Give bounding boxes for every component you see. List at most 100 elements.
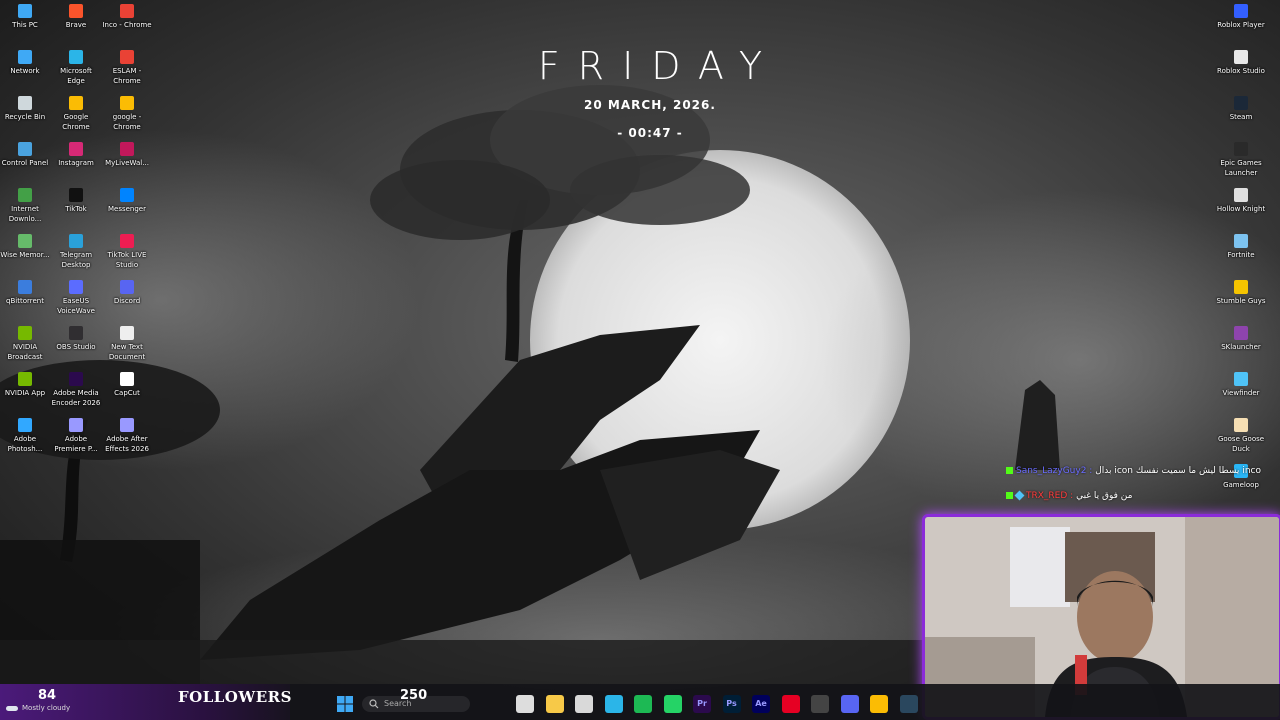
fortnite-icon bbox=[1234, 234, 1248, 248]
desktop-icon-wise-memor[interactable]: Wise Memor... bbox=[0, 234, 50, 260]
desktop-icon-epic-games-launcher[interactable]: Epic Games Launcher bbox=[1216, 142, 1266, 178]
adobe-media-encoder-2026-icon bbox=[69, 372, 83, 386]
desktop-icon-label: Stumble Guys bbox=[1216, 297, 1266, 305]
desktop-icon-label: This PC bbox=[12, 21, 38, 29]
desktop-icon-label: OBS Studio bbox=[56, 343, 96, 351]
taskbar-chrome-icon[interactable] bbox=[870, 695, 888, 713]
desktop-icon-hollow-knight[interactable]: Hollow Knight bbox=[1216, 188, 1266, 214]
taskbar-spotify-icon[interactable] bbox=[634, 695, 652, 713]
adobe-premiere-p-icon bbox=[69, 418, 83, 432]
windows-logo-icon bbox=[337, 696, 353, 712]
cloud-icon bbox=[6, 705, 18, 711]
taskbar-file-explorer-icon[interactable] bbox=[545, 695, 564, 713]
search-icon bbox=[369, 699, 379, 709]
desktop-icon-label: Adobe After Effects 2026 bbox=[105, 435, 149, 453]
taskbar-after-effects-icon[interactable]: Ae bbox=[752, 695, 770, 713]
desktop-icon-discord[interactable]: Discord bbox=[102, 280, 152, 306]
desktop-icon-google-chrome[interactable]: Google Chrome bbox=[51, 96, 101, 132]
easeus-voicewave-icon bbox=[69, 280, 83, 294]
desktop-icon-roblox-studio[interactable]: Roblox Studio bbox=[1216, 50, 1266, 76]
desktop-icon-label: Network bbox=[10, 67, 40, 75]
kick-badge-icon bbox=[1006, 492, 1013, 499]
network-icon bbox=[18, 50, 32, 64]
desktop-icon-internet-downlo[interactable]: Internet Downlo... bbox=[0, 188, 50, 224]
desktop-icon-sklauncher[interactable]: SKlauncher bbox=[1216, 326, 1266, 352]
desktop-icon-instagram[interactable]: Instagram bbox=[51, 142, 101, 168]
desktop-icon-goose-goose-duck[interactable]: Goose Goose Duck bbox=[1216, 418, 1266, 454]
desktop-icon-label: Wise Memor... bbox=[0, 251, 50, 259]
desktop-icon-label: TikTok bbox=[65, 205, 87, 213]
chat-username: Sans_LazyGuy2 : bbox=[1016, 466, 1093, 476]
desktop-icon-network[interactable]: Network bbox=[0, 50, 50, 76]
desktop-icon-nvidia-broadcast[interactable]: NVIDIA Broadcast bbox=[0, 326, 50, 362]
desktop-icon-label: Adobe Photosh... bbox=[7, 435, 43, 453]
desktop-icon-roblox-player[interactable]: Roblox Player bbox=[1216, 4, 1266, 30]
control-panel-icon bbox=[18, 142, 32, 156]
desktop-icon-label: Hollow Knight bbox=[1216, 205, 1266, 213]
desktop-icon-steam[interactable]: Steam bbox=[1216, 96, 1266, 122]
desktop-icon-messenger[interactable]: Messenger bbox=[102, 188, 152, 214]
desktop-icon-recycle-bin[interactable]: Recycle Bin bbox=[0, 96, 50, 122]
taskbar-whatsapp-icon[interactable] bbox=[663, 695, 682, 713]
desktop-icon-fortnite[interactable]: Fortnite bbox=[1216, 234, 1266, 260]
desktop-icon-adobe-media-encoder-2026[interactable]: Adobe Media Encoder 2026 bbox=[51, 372, 101, 408]
adobe-photosh-icon bbox=[18, 418, 32, 432]
desktop-icon-tiktok[interactable]: TikTok bbox=[51, 188, 101, 214]
taskbar-search[interactable]: Search bbox=[362, 696, 470, 712]
desktop-icon-obs-studio[interactable]: OBS Studio bbox=[51, 326, 101, 352]
desktop-icon-label: Viewfinder bbox=[1222, 389, 1260, 397]
desktop-icon-microsoft-edge[interactable]: Microsoft Edge bbox=[51, 50, 101, 86]
chat-message: TRX_RED : من فوق يا غبي bbox=[1006, 490, 1256, 503]
stumble-guys-icon bbox=[1234, 280, 1248, 294]
taskbar-discord-icon[interactable] bbox=[840, 695, 859, 713]
adobe-after-effects-2026-icon bbox=[120, 418, 134, 432]
desktop-icon-label: Brave bbox=[65, 21, 87, 29]
desktop-icon-new-text-document[interactable]: New Text Document bbox=[102, 326, 152, 362]
taskbar-steam-icon[interactable] bbox=[899, 695, 918, 713]
desktop-icon-telegram-desktop[interactable]: Telegram Desktop bbox=[51, 234, 101, 270]
clock-widget: FRIDAY 20 MARCH, 2026. - 00:47 - bbox=[480, 44, 820, 140]
taskbar-obs-icon[interactable] bbox=[811, 695, 829, 713]
chat-username: TRX_RED : bbox=[1026, 491, 1074, 501]
desktop-icon-eslam-chrome[interactable]: ESLAM - Chrome bbox=[102, 50, 152, 86]
taskbar-pinterest-icon[interactable] bbox=[781, 695, 800, 713]
desktop-icon-adobe-photosh[interactable]: Adobe Photosh... bbox=[0, 418, 50, 454]
desktop-icon-capcut[interactable]: CapCut bbox=[102, 372, 152, 398]
eslam-chrome-icon bbox=[120, 50, 134, 64]
desktop-icon-adobe-after-effects-2026[interactable]: Adobe After Effects 2026 bbox=[102, 418, 152, 454]
desktop-icon-label: Adobe Media Encoder 2026 bbox=[51, 389, 101, 407]
desktop-icon-nvidia-app[interactable]: NVIDIA App bbox=[0, 372, 50, 398]
internet-downlo-icon bbox=[18, 188, 32, 202]
desktop-icon-viewfinder[interactable]: Viewfinder bbox=[1216, 372, 1266, 398]
start-button[interactable] bbox=[337, 696, 353, 712]
weather-widget[interactable]: Mostly cloudy bbox=[6, 704, 70, 712]
taskbar-microsoft-store-icon[interactable] bbox=[575, 695, 593, 713]
sklauncher-icon bbox=[1234, 326, 1248, 340]
taskbar-photoshop-icon[interactable]: Ps bbox=[722, 695, 741, 713]
google-chrome-icon bbox=[69, 96, 83, 110]
desktop-icon-tiktok-live-studio[interactable]: TikTok LIVE Studio bbox=[102, 234, 152, 270]
desktop-icon-control-panel[interactable]: Control Panel bbox=[0, 142, 50, 168]
taskbar-task-view-icon[interactable] bbox=[516, 695, 534, 713]
desktop-icon-label: SKlauncher bbox=[1221, 343, 1261, 351]
desktop-icon-this-pc[interactable]: This PC bbox=[0, 4, 50, 30]
desktop-icon-qbittorrent[interactable]: qBittorrent bbox=[0, 280, 50, 306]
discord-icon bbox=[120, 280, 134, 294]
desktop-icon-google-chrome[interactable]: google - Chrome bbox=[102, 96, 152, 132]
desktop-icon-brave[interactable]: Brave bbox=[51, 4, 101, 30]
desktop-icon-label: Microsoft Edge bbox=[60, 67, 92, 85]
followers-goal-bar: 84 FOLLOWERS bbox=[0, 684, 291, 720]
qbittorrent-icon bbox=[18, 280, 32, 294]
taskbar-edge-icon[interactable] bbox=[604, 695, 623, 713]
goose-goose-duck-icon bbox=[1234, 418, 1248, 432]
diamond-badge-icon bbox=[1014, 490, 1025, 501]
desktop-icon-adobe-premiere-p[interactable]: Adobe Premiere P... bbox=[51, 418, 101, 454]
desktop-icon-inco-chrome[interactable]: Inco - Chrome bbox=[102, 4, 152, 30]
desktop-icon-easeus-voicewave[interactable]: EaseUS VoiceWave bbox=[51, 280, 101, 316]
tiktok-icon bbox=[69, 188, 83, 202]
taskbar-premiere-pro-icon[interactable]: Pr bbox=[693, 695, 711, 713]
desktop-icon-label: TikTok LIVE Studio bbox=[107, 251, 147, 269]
wise-memor-icon bbox=[18, 234, 32, 248]
desktop-icon-stumble-guys[interactable]: Stumble Guys bbox=[1216, 280, 1266, 306]
desktop-icon-mylivewal[interactable]: MyLiveWal... bbox=[102, 142, 152, 168]
